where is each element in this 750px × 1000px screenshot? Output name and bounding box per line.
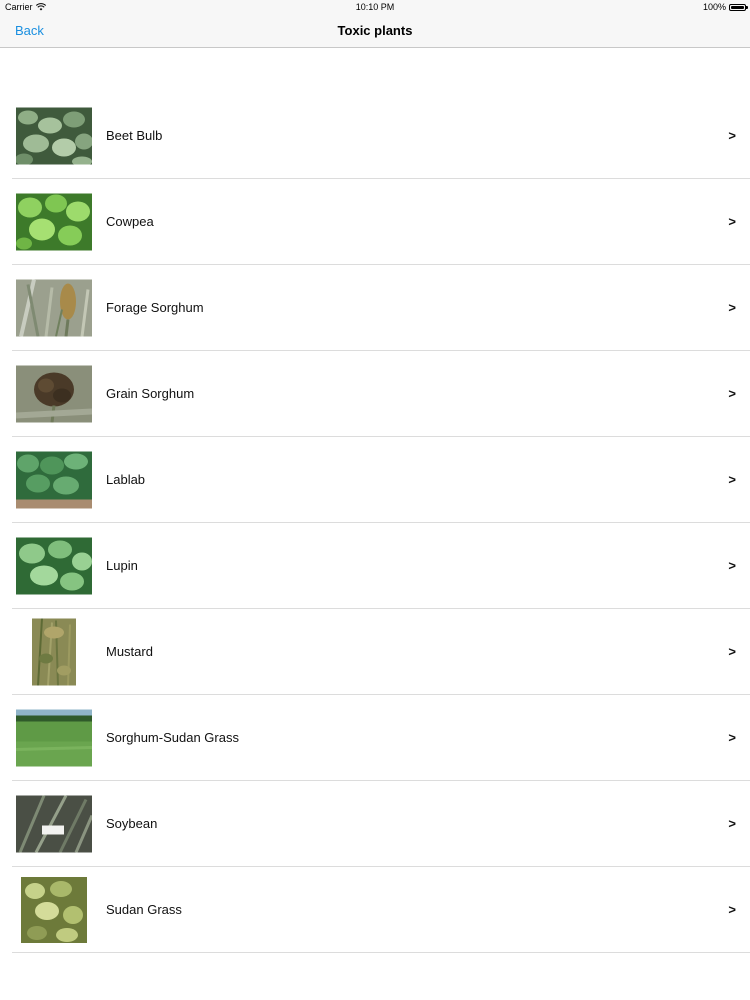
list-item-grain-sorghum[interactable]: Grain Sorghum > <box>12 351 750 437</box>
plant-name: Sudan Grass <box>106 902 182 917</box>
list-item-lupin[interactable]: Lupin > <box>12 523 750 609</box>
plant-name: Beet Bulb <box>106 128 163 143</box>
page-title: Toxic plants <box>337 23 413 38</box>
status-bar: Carrier 10:10 PM 100% <box>0 0 750 14</box>
plant-name: Cowpea <box>106 214 154 229</box>
list-item-beet-bulb[interactable]: Beet Bulb > <box>12 93 750 179</box>
forage-sorghum-thumbnail <box>16 279 92 336</box>
plant-name: Forage Sorghum <box>106 300 204 315</box>
plant-name: Lupin <box>106 558 138 573</box>
chevron-right-icon: > <box>728 128 736 143</box>
battery-indicator: 100% <box>702 2 748 12</box>
chevron-right-icon: > <box>728 214 736 229</box>
navigation-bar: Back Toxic plants <box>0 14 750 48</box>
battery-percent: 100% <box>702 2 726 12</box>
status-time: 10:10 PM <box>355 2 395 12</box>
plant-name: Mustard <box>106 644 153 659</box>
chevron-right-icon: > <box>728 472 736 487</box>
chevron-right-icon: > <box>728 300 736 315</box>
cowpea-thumbnail <box>16 193 92 250</box>
chevron-right-icon: > <box>728 558 736 573</box>
list-item-sorghum-sudan-grass[interactable]: Sorghum-Sudan Grass > <box>12 695 750 781</box>
chevron-right-icon: > <box>728 816 736 831</box>
lupin-thumbnail <box>16 537 92 594</box>
battery-icon <box>729 3 748 11</box>
plant-name: Soybean <box>106 816 158 831</box>
plant-name: Grain Sorghum <box>106 386 195 401</box>
plant-list: Beet Bulb > Cowpea > Forage Sorghum > Gr… <box>0 93 750 953</box>
list-item-sudan-grass[interactable]: Sudan Grass > <box>12 867 750 953</box>
sorghum-sudan-grass-thumbnail <box>16 709 92 766</box>
sudan-grass-thumbnail <box>21 876 87 943</box>
plant-name: Lablab <box>106 472 146 487</box>
lablab-thumbnail <box>16 451 92 508</box>
list-item-mustard[interactable]: Mustard > <box>12 609 750 695</box>
chevron-right-icon: > <box>728 902 736 917</box>
chevron-right-icon: > <box>728 730 736 745</box>
list-item-lablab[interactable]: Lablab > <box>12 437 750 523</box>
mustard-thumbnail <box>32 618 76 685</box>
list-item-soybean[interactable]: Soybean > <box>12 781 750 867</box>
list-item-forage-sorghum[interactable]: Forage Sorghum > <box>12 265 750 351</box>
chevron-right-icon: > <box>728 386 736 401</box>
beet-bulb-thumbnail <box>16 107 92 164</box>
chevron-right-icon: > <box>728 644 736 659</box>
grain-sorghum-thumbnail <box>16 365 92 422</box>
plant-name: Sorghum-Sudan Grass <box>106 730 239 745</box>
soybean-thumbnail <box>16 795 92 852</box>
list-item-cowpea[interactable]: Cowpea > <box>12 179 750 265</box>
